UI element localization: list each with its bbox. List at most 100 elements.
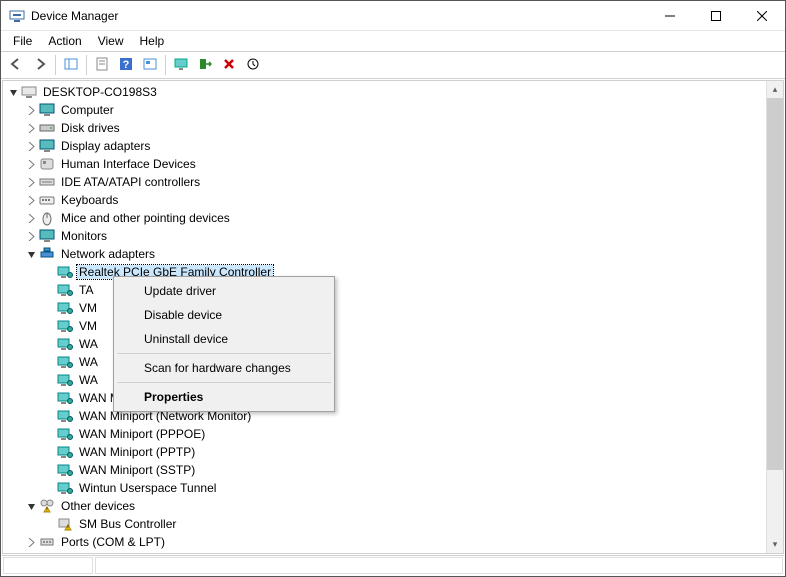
titlebar: Device Manager — [1, 1, 785, 31]
tree-category[interactable]: Ports (COM & LPT) — [3, 533, 766, 551]
collapse-icon[interactable] — [25, 248, 37, 260]
expand-icon[interactable] — [25, 212, 37, 224]
show-hide-tree-button[interactable] — [60, 54, 82, 76]
svg-text:?: ? — [123, 59, 130, 71]
context-menu-item[interactable]: Update driver — [116, 279, 332, 303]
tree-device[interactable]: Wintun Userspace Tunnel — [3, 479, 766, 497]
minimize-button[interactable] — [647, 1, 693, 31]
tree-device[interactable]: ! SM Bus Controller — [3, 515, 766, 533]
collapse-icon[interactable] — [25, 500, 37, 512]
tree-item-label: Wintun Userspace Tunnel — [77, 481, 218, 495]
update-driver-button[interactable] — [170, 54, 192, 76]
context-menu-item[interactable]: Properties — [116, 385, 332, 409]
scan-hardware-button[interactable] — [242, 54, 264, 76]
mouse-icon — [39, 210, 55, 226]
context-menu-item[interactable]: Disable device — [116, 303, 332, 327]
tree-item-label: Human Interface Devices — [59, 157, 198, 171]
tree-item-label: Keyboards — [59, 193, 120, 207]
forward-button[interactable] — [29, 54, 51, 76]
expand-icon[interactable] — [25, 536, 37, 548]
net-adapter-icon — [57, 264, 73, 280]
scroll-up-arrow-icon[interactable]: ▴ — [767, 81, 783, 98]
maximize-button[interactable] — [693, 1, 739, 31]
tree-device[interactable]: WAN Miniport (PPPOE) — [3, 425, 766, 443]
no-expander — [43, 482, 55, 494]
menu-action[interactable]: Action — [40, 32, 89, 50]
tree-category[interactable]: Disk drives — [3, 119, 766, 137]
menu-view[interactable]: View — [90, 32, 132, 50]
monitor-icon — [39, 228, 55, 244]
action-icon — [143, 57, 157, 74]
action-menu-button[interactable] — [139, 54, 161, 76]
context-menu-item[interactable]: Uninstall device — [116, 327, 332, 351]
ide-icon — [39, 174, 55, 190]
close-button[interactable] — [739, 1, 785, 31]
tree-item-label: Ports (COM & LPT) — [59, 535, 167, 549]
context-menu: Update driverDisable deviceUninstall dev… — [113, 276, 335, 412]
pane-icon — [64, 57, 78, 74]
tree-item-label: SM Bus Controller — [77, 517, 178, 531]
tree-category[interactable]: Keyboards — [3, 191, 766, 209]
tree-item-label: Display adapters — [59, 139, 152, 153]
expand-icon[interactable] — [25, 104, 37, 116]
tree-category[interactable]: Human Interface Devices — [3, 155, 766, 173]
properties-button-tb[interactable] — [91, 54, 113, 76]
arrow-right-icon — [33, 57, 47, 74]
tree-device[interactable]: WAN Miniport (SSTP) — [3, 461, 766, 479]
tree-item-label: Other devices — [59, 499, 137, 513]
expand-icon[interactable] — [25, 122, 37, 134]
tree-item-label: VM — [77, 301, 99, 315]
tree-category[interactable]: ! Other devices — [3, 497, 766, 515]
menu-help[interactable]: Help — [132, 32, 173, 50]
enable-tb-icon — [198, 57, 212, 74]
context-menu-item[interactable]: Scan for hardware changes — [116, 356, 332, 380]
tree-item-label: WAN Miniport (PPPOE) — [77, 427, 207, 441]
tree-item-label: Mice and other pointing devices — [59, 211, 232, 225]
expand-icon[interactable] — [25, 140, 37, 152]
no-expander — [43, 428, 55, 440]
menu-file[interactable]: File — [5, 32, 40, 50]
tree-item-label: Computer — [59, 103, 116, 117]
help-button[interactable]: ? — [115, 54, 137, 76]
tree-item-label: TA — [77, 283, 95, 297]
disk-icon — [39, 120, 55, 136]
monitor-icon — [39, 102, 55, 118]
hid-icon — [39, 156, 55, 172]
scan-tb-icon — [246, 57, 260, 74]
computer-icon — [21, 84, 37, 100]
expand-icon[interactable] — [25, 158, 37, 170]
tree-category[interactable]: Display adapters — [3, 137, 766, 155]
menubar: File Action View Help — [1, 31, 785, 51]
collapse-icon[interactable] — [7, 86, 19, 98]
statusbar — [2, 555, 784, 575]
tree-device[interactable]: WAN Miniport (PPTP) — [3, 443, 766, 461]
scroll-down-arrow-icon[interactable]: ▾ — [767, 536, 783, 553]
tree-category[interactable]: Network adapters — [3, 245, 766, 263]
tree-category[interactable]: IDE ATA/ATAPI controllers — [3, 173, 766, 191]
tree-item-label: WAN Miniport (PPTP) — [77, 445, 197, 459]
no-expander — [43, 302, 55, 314]
tree-category[interactable]: Mice and other pointing devices — [3, 209, 766, 227]
warn-device-icon: ! — [57, 516, 73, 532]
tree-root[interactable]: DESKTOP-CO198S3 — [3, 83, 766, 101]
port-icon — [39, 534, 55, 550]
no-expander — [43, 338, 55, 350]
expand-icon[interactable] — [25, 176, 37, 188]
expand-icon[interactable] — [25, 194, 37, 206]
back-button[interactable] — [5, 54, 27, 76]
enable-device-button[interactable] — [194, 54, 216, 76]
no-expander — [43, 464, 55, 476]
monitor-tb-icon — [174, 57, 188, 74]
vertical-scrollbar[interactable]: ▴ ▾ — [766, 81, 783, 553]
net-adapter-icon — [57, 282, 73, 298]
no-expander — [43, 320, 55, 332]
no-expander — [43, 284, 55, 296]
tree-category[interactable]: Computer — [3, 101, 766, 119]
expand-icon[interactable] — [25, 230, 37, 242]
warn-icon: ! — [39, 498, 55, 514]
help-icon: ? — [119, 57, 133, 74]
scroll-thumb[interactable] — [767, 98, 783, 470]
net-adapter-icon — [57, 354, 73, 370]
tree-category[interactable]: Monitors — [3, 227, 766, 245]
uninstall-device-button[interactable] — [218, 54, 240, 76]
